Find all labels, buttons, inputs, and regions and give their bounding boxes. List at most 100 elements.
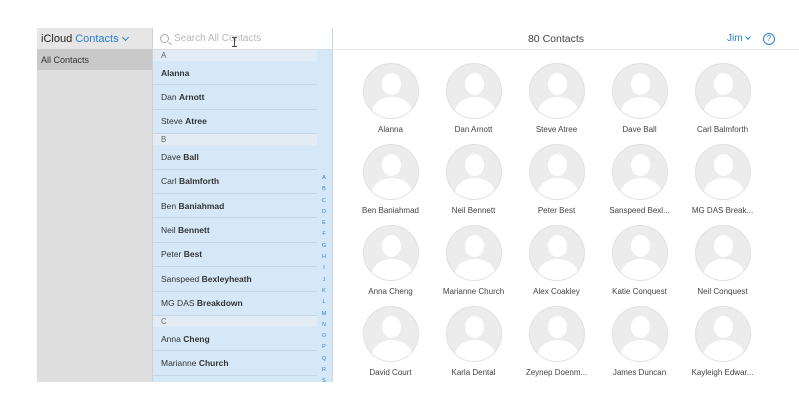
contact-card[interactable]: Carl Balmforth — [681, 63, 764, 144]
alphabet-index-letter[interactable]: N — [322, 320, 326, 331]
contact-first-name: Dan — [161, 92, 177, 103]
contacts-menu[interactable]: Contacts — [75, 33, 129, 45]
alphabet-index-letter[interactable]: F — [322, 229, 325, 240]
contact-card-name: Zeynep Doenm... — [525, 368, 588, 377]
user-menu[interactable]: Jim — [727, 33, 751, 44]
contact-card[interactable]: Alex Coakley — [515, 225, 598, 306]
alphabet-index[interactable]: ABCDEFGHIJKLMNOPQRST — [319, 173, 329, 382]
contact-card[interactable]: Zeynep Doenm... — [515, 306, 598, 387]
alphabet-index-letter[interactable]: O — [322, 331, 326, 342]
section-header: B — [153, 134, 317, 146]
avatar-placeholder-icon — [445, 225, 502, 281]
contact-first-name: Neil — [161, 225, 176, 236]
contact-first-name: Ben — [161, 200, 177, 211]
help-icon[interactable]: ? — [763, 33, 775, 45]
contact-grid: Alanna Dan Arnott Steve Atree Dave Ball Carl… — [349, 63, 764, 387]
contact-card[interactable]: Neil Conquest — [681, 225, 764, 306]
contact-list: AAlannaDan ArnottSteve AtreeBDave BallCa… — [153, 28, 333, 382]
contact-card-name: Anna Cheng — [368, 287, 413, 296]
alphabet-index-letter[interactable]: G — [322, 241, 326, 252]
contact-card[interactable]: Anna Cheng — [349, 225, 432, 306]
alphabet-index-letter[interactable]: Q — [322, 354, 326, 365]
list-item[interactable]: Neil Bennett — [153, 218, 317, 243]
alphabet-index-letter[interactable]: I — [323, 263, 325, 274]
contact-card[interactable]: MG DAS Break... — [681, 144, 764, 225]
list-item[interactable]: Carl Balmforth — [153, 170, 317, 194]
alphabet-index-letter[interactable]: D — [322, 207, 326, 218]
contact-card[interactable]: Peter Best — [515, 144, 598, 225]
alphabet-index-letter[interactable]: H — [322, 252, 326, 263]
contact-first-name: Marianne — [161, 357, 197, 368]
avatar-placeholder-icon — [694, 63, 751, 119]
contact-card-name: Kayleigh Edwar... — [691, 368, 754, 377]
contact-card-name: Alex Coakley — [533, 287, 580, 296]
contact-card[interactable]: Sanspeed Bexl... — [598, 144, 681, 225]
contact-card[interactable]: Karla Dental — [432, 306, 515, 387]
list-item[interactable]: Anna Cheng — [153, 327, 317, 352]
search-bar — [153, 28, 332, 50]
list-item[interactable]: Marianne Church — [153, 351, 317, 376]
list-item[interactable]: Dan Arnott — [153, 85, 317, 110]
contact-card[interactable]: Dan Arnott — [432, 63, 515, 144]
contact-last-name: Bennett — [178, 225, 210, 236]
user-name: Jim — [727, 33, 743, 44]
list-item[interactable]: Alanna — [153, 61, 317, 86]
section-header: C — [153, 315, 317, 327]
chevron-down-icon — [121, 33, 129, 41]
contact-card[interactable]: James Duncan — [598, 306, 681, 387]
avatar-placeholder-icon — [528, 63, 585, 119]
avatar-placeholder-icon — [528, 225, 585, 281]
group-all-contacts[interactable]: All Contacts — [37, 50, 152, 70]
contact-last-name: Best — [183, 249, 203, 260]
alphabet-index-letter[interactable]: J — [323, 275, 326, 286]
list-item[interactable]: Sanspeed Bexleyheath — [153, 267, 317, 292]
contact-card-name: Marianne Church — [442, 287, 505, 296]
sidebar: iCloud Contacts All Contacts — [37, 28, 153, 382]
search-input[interactable] — [174, 33, 314, 44]
list-item[interactable]: Steve Atree — [153, 110, 317, 135]
avatar-placeholder-icon — [362, 63, 419, 119]
contact-card-name: David Court — [369, 368, 412, 377]
list-item[interactable]: MG DAS Breakdown — [153, 292, 317, 316]
alphabet-index-letter[interactable]: R — [322, 365, 326, 376]
contact-card-name: Carl Balmforth — [696, 125, 749, 134]
alphabet-index-letter[interactable]: C — [322, 196, 326, 207]
contact-first-name: Carl — [161, 176, 177, 187]
alphabet-index-letter[interactable]: K — [322, 286, 326, 297]
contact-card[interactable]: David Court — [349, 306, 432, 387]
contact-card[interactable]: Steve Atree — [515, 63, 598, 144]
alphabet-index-letter[interactable]: L — [322, 297, 325, 308]
alphabet-index-letter[interactable]: A — [322, 173, 326, 184]
contact-card-name: Ben Baniahmad — [362, 206, 419, 215]
app-switcher[interactable]: iCloud Contacts — [37, 28, 152, 50]
list-item[interactable]: Ben Baniahmad — [153, 194, 317, 219]
contact-card[interactable]: Kayleigh Edwar... — [681, 306, 764, 387]
contact-card-name: James Duncan — [612, 368, 667, 377]
avatar-placeholder-icon — [445, 63, 502, 119]
contact-card[interactable]: Dave Ball — [598, 63, 681, 144]
contact-card[interactable]: Marianne Church — [432, 225, 515, 306]
contact-card-name: Alanna — [378, 125, 403, 134]
contact-first-name: Steve — [161, 116, 183, 127]
contact-card-name: Karla Dental — [451, 368, 496, 377]
contact-card[interactable]: Ben Baniahmad — [349, 144, 432, 225]
list-item[interactable]: Peter Best — [153, 243, 317, 268]
avatar-placeholder-icon — [611, 306, 668, 362]
contact-card[interactable]: Neil Bennett — [432, 144, 515, 225]
alphabet-index-letter[interactable]: E — [322, 218, 326, 229]
main-pane: 80 Contacts Jim ? Alanna Dan Arnott Steve … — [333, 28, 799, 400]
alphabet-index-letter[interactable]: S — [322, 376, 326, 382]
contact-last-name: Bexleyheath — [201, 273, 252, 284]
contact-card-name: Neil Conquest — [697, 287, 748, 296]
contact-card[interactable]: Katie Conquest — [598, 225, 681, 306]
contact-last-name: Arnott — [178, 92, 205, 103]
alphabet-index-letter[interactable]: B — [322, 184, 326, 195]
contact-card-name: Dan Arnott — [454, 125, 493, 134]
chevron-down-icon — [744, 34, 751, 40]
contact-last-name: Atree — [185, 116, 207, 127]
list-item[interactable]: Dave Ball — [153, 145, 317, 170]
alphabet-index-letter[interactable]: M — [322, 309, 327, 320]
contact-card[interactable]: Alanna — [349, 63, 432, 144]
avatar-placeholder-icon — [362, 144, 419, 200]
alphabet-index-letter[interactable]: P — [322, 342, 326, 353]
